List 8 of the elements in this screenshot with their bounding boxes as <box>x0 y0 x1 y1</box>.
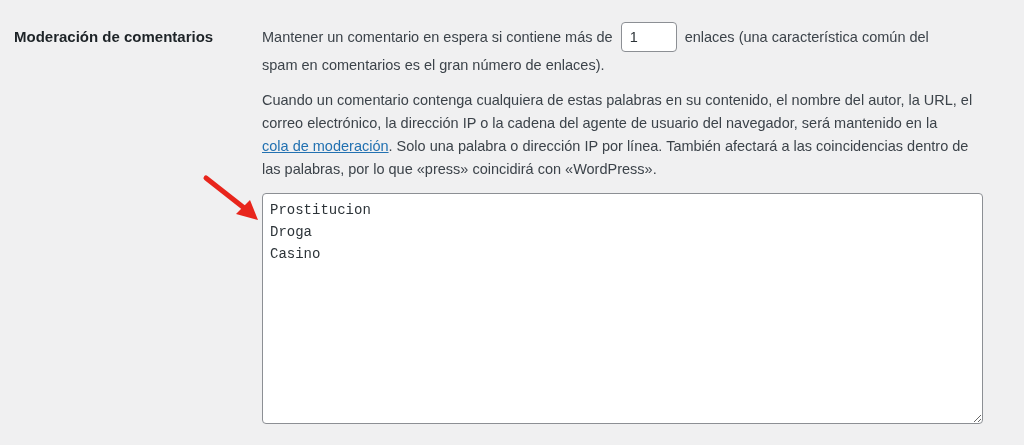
keywords-textarea[interactable]: Prostitucion Droga Casino <box>262 193 983 424</box>
setting-label: Moderación de comentarios <box>14 28 214 45</box>
help-text: Mantener un comentario en espera si contiene más de <box>262 29 613 45</box>
help-text: Cuando un comentario contenga cualquiera de estas palabras en su contenido, el nombre del autor, la URL, el correo electrónico, la dirección IP o la cadena del agente de usuario del navegador, será mantenido en la cola de moderación. Solo una palabra o dirección IP por línea. También afectará a las coincidencias dentro de las palabras, por lo que «press» coincidirá con «WordPress». <box>262 91 974 179</box>
moderation-queue-link[interactable]: cola de moderación <box>262 138 389 154</box>
number-field[interactable]: 1 <box>620 22 677 52</box>
help-text: spam en comentarios es el gran número de enlaces). <box>262 56 606 75</box>
help-text: enlaces (una característica común del <box>684 29 929 45</box>
